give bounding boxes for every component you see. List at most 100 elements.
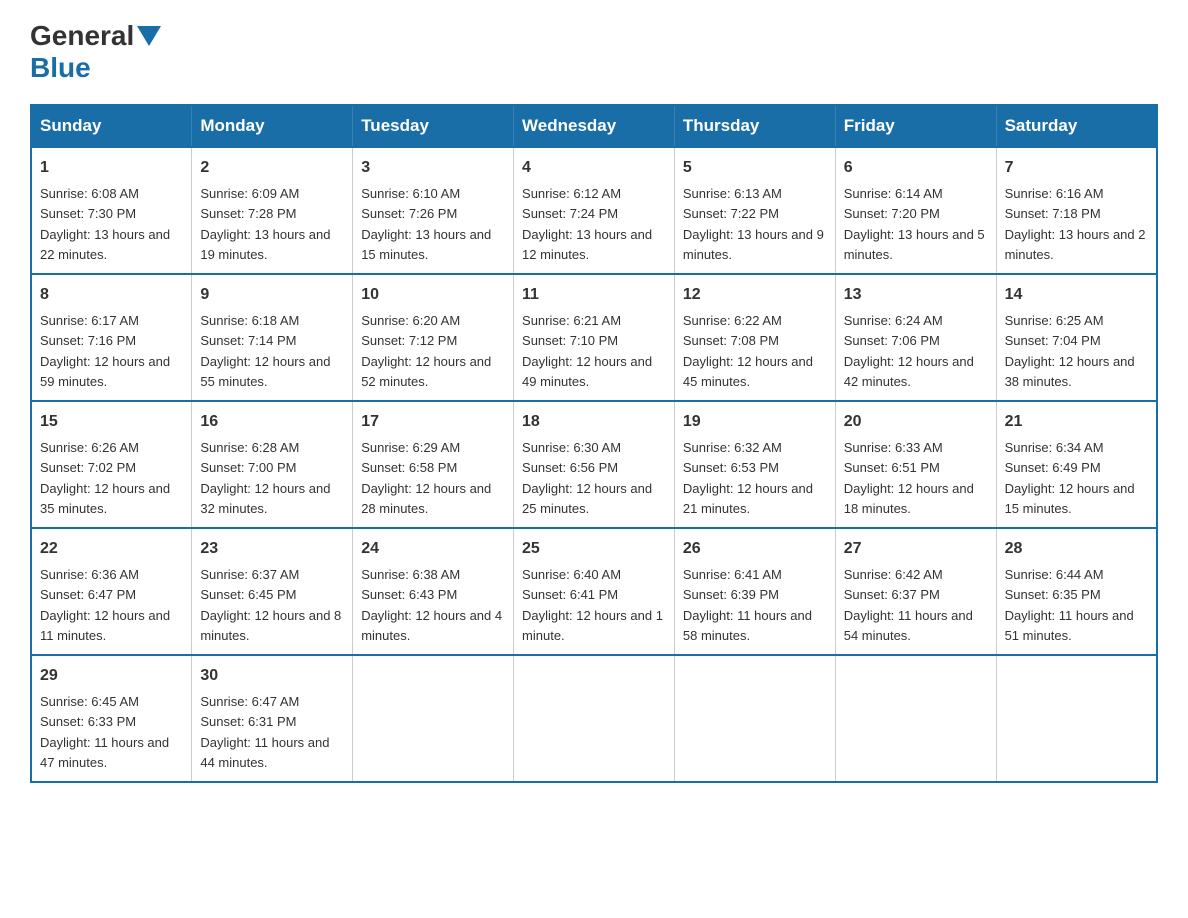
day-info: Sunrise: 6:36 AMSunset: 6:47 PMDaylight:…	[40, 567, 170, 643]
page-header: General Blue	[30, 20, 1158, 84]
calendar-cell: 8 Sunrise: 6:17 AMSunset: 7:16 PMDayligh…	[31, 274, 192, 401]
calendar-cell: 25 Sunrise: 6:40 AMSunset: 6:41 PMDaylig…	[514, 528, 675, 655]
calendar-header: SundayMondayTuesdayWednesdayThursdayFrid…	[31, 105, 1157, 147]
day-info: Sunrise: 6:26 AMSunset: 7:02 PMDaylight:…	[40, 440, 170, 516]
calendar-cell: 19 Sunrise: 6:32 AMSunset: 6:53 PMDaylig…	[674, 401, 835, 528]
day-info: Sunrise: 6:44 AMSunset: 6:35 PMDaylight:…	[1005, 567, 1134, 643]
day-info: Sunrise: 6:37 AMSunset: 6:45 PMDaylight:…	[200, 567, 341, 643]
day-number: 9	[200, 283, 344, 307]
day-info: Sunrise: 6:45 AMSunset: 6:33 PMDaylight:…	[40, 694, 169, 770]
day-info: Sunrise: 6:18 AMSunset: 7:14 PMDaylight:…	[200, 313, 330, 389]
calendar-cell: 12 Sunrise: 6:22 AMSunset: 7:08 PMDaylig…	[674, 274, 835, 401]
day-info: Sunrise: 6:30 AMSunset: 6:56 PMDaylight:…	[522, 440, 652, 516]
day-number: 4	[522, 156, 666, 180]
calendar-cell: 2 Sunrise: 6:09 AMSunset: 7:28 PMDayligh…	[192, 147, 353, 274]
day-info: Sunrise: 6:14 AMSunset: 7:20 PMDaylight:…	[844, 186, 985, 262]
day-number: 30	[200, 664, 344, 688]
weekday-header-friday: Friday	[835, 105, 996, 147]
day-info: Sunrise: 6:21 AMSunset: 7:10 PMDaylight:…	[522, 313, 652, 389]
calendar-cell: 29 Sunrise: 6:45 AMSunset: 6:33 PMDaylig…	[31, 655, 192, 782]
day-number: 27	[844, 537, 988, 561]
day-number: 2	[200, 156, 344, 180]
calendar-cell: 11 Sunrise: 6:21 AMSunset: 7:10 PMDaylig…	[514, 274, 675, 401]
calendar-cell: 23 Sunrise: 6:37 AMSunset: 6:45 PMDaylig…	[192, 528, 353, 655]
day-info: Sunrise: 6:22 AMSunset: 7:08 PMDaylight:…	[683, 313, 813, 389]
calendar-cell: 4 Sunrise: 6:12 AMSunset: 7:24 PMDayligh…	[514, 147, 675, 274]
day-number: 14	[1005, 283, 1148, 307]
calendar-cell: 27 Sunrise: 6:42 AMSunset: 6:37 PMDaylig…	[835, 528, 996, 655]
day-number: 6	[844, 156, 988, 180]
calendar-cell: 28 Sunrise: 6:44 AMSunset: 6:35 PMDaylig…	[996, 528, 1157, 655]
day-info: Sunrise: 6:34 AMSunset: 6:49 PMDaylight:…	[1005, 440, 1135, 516]
day-number: 19	[683, 410, 827, 434]
day-info: Sunrise: 6:20 AMSunset: 7:12 PMDaylight:…	[361, 313, 491, 389]
day-info: Sunrise: 6:08 AMSunset: 7:30 PMDaylight:…	[40, 186, 170, 262]
calendar-cell: 14 Sunrise: 6:25 AMSunset: 7:04 PMDaylig…	[996, 274, 1157, 401]
calendar-cell	[674, 655, 835, 782]
calendar-cell: 13 Sunrise: 6:24 AMSunset: 7:06 PMDaylig…	[835, 274, 996, 401]
day-number: 13	[844, 283, 988, 307]
calendar-cell	[835, 655, 996, 782]
calendar-cell: 26 Sunrise: 6:41 AMSunset: 6:39 PMDaylig…	[674, 528, 835, 655]
weekday-header-thursday: Thursday	[674, 105, 835, 147]
day-info: Sunrise: 6:29 AMSunset: 6:58 PMDaylight:…	[361, 440, 491, 516]
day-info: Sunrise: 6:10 AMSunset: 7:26 PMDaylight:…	[361, 186, 491, 262]
day-info: Sunrise: 6:32 AMSunset: 6:53 PMDaylight:…	[683, 440, 813, 516]
day-number: 26	[683, 537, 827, 561]
calendar-cell: 30 Sunrise: 6:47 AMSunset: 6:31 PMDaylig…	[192, 655, 353, 782]
calendar-cell	[996, 655, 1157, 782]
calendar-cell: 22 Sunrise: 6:36 AMSunset: 6:47 PMDaylig…	[31, 528, 192, 655]
weekday-header-monday: Monday	[192, 105, 353, 147]
weekday-header-sunday: Sunday	[31, 105, 192, 147]
day-info: Sunrise: 6:28 AMSunset: 7:00 PMDaylight:…	[200, 440, 330, 516]
logo-blue-part	[134, 26, 163, 46]
day-info: Sunrise: 6:40 AMSunset: 6:41 PMDaylight:…	[522, 567, 663, 643]
day-number: 28	[1005, 537, 1148, 561]
logo-general-text: General	[30, 20, 134, 52]
calendar-cell: 20 Sunrise: 6:33 AMSunset: 6:51 PMDaylig…	[835, 401, 996, 528]
day-number: 18	[522, 410, 666, 434]
day-info: Sunrise: 6:13 AMSunset: 7:22 PMDaylight:…	[683, 186, 824, 262]
calendar-cell: 9 Sunrise: 6:18 AMSunset: 7:14 PMDayligh…	[192, 274, 353, 401]
calendar-week-row: 1 Sunrise: 6:08 AMSunset: 7:30 PMDayligh…	[31, 147, 1157, 274]
day-info: Sunrise: 6:33 AMSunset: 6:51 PMDaylight:…	[844, 440, 974, 516]
calendar-cell: 17 Sunrise: 6:29 AMSunset: 6:58 PMDaylig…	[353, 401, 514, 528]
day-info: Sunrise: 6:25 AMSunset: 7:04 PMDaylight:…	[1005, 313, 1135, 389]
day-number: 15	[40, 410, 183, 434]
logo: General Blue	[30, 20, 163, 84]
day-number: 20	[844, 410, 988, 434]
day-number: 24	[361, 537, 505, 561]
day-info: Sunrise: 6:41 AMSunset: 6:39 PMDaylight:…	[683, 567, 812, 643]
calendar-cell: 10 Sunrise: 6:20 AMSunset: 7:12 PMDaylig…	[353, 274, 514, 401]
calendar-cell: 7 Sunrise: 6:16 AMSunset: 7:18 PMDayligh…	[996, 147, 1157, 274]
day-number: 8	[40, 283, 183, 307]
calendar-week-row: 29 Sunrise: 6:45 AMSunset: 6:33 PMDaylig…	[31, 655, 1157, 782]
day-info: Sunrise: 6:24 AMSunset: 7:06 PMDaylight:…	[844, 313, 974, 389]
calendar-cell	[353, 655, 514, 782]
day-info: Sunrise: 6:09 AMSunset: 7:28 PMDaylight:…	[200, 186, 330, 262]
day-info: Sunrise: 6:38 AMSunset: 6:43 PMDaylight:…	[361, 567, 502, 643]
day-number: 10	[361, 283, 505, 307]
day-number: 12	[683, 283, 827, 307]
day-number: 3	[361, 156, 505, 180]
calendar-table: SundayMondayTuesdayWednesdayThursdayFrid…	[30, 104, 1158, 783]
weekday-header-wednesday: Wednesday	[514, 105, 675, 147]
calendar-cell: 24 Sunrise: 6:38 AMSunset: 6:43 PMDaylig…	[353, 528, 514, 655]
day-number: 21	[1005, 410, 1148, 434]
calendar-cell: 16 Sunrise: 6:28 AMSunset: 7:00 PMDaylig…	[192, 401, 353, 528]
calendar-cell: 5 Sunrise: 6:13 AMSunset: 7:22 PMDayligh…	[674, 147, 835, 274]
day-info: Sunrise: 6:17 AMSunset: 7:16 PMDaylight:…	[40, 313, 170, 389]
day-number: 1	[40, 156, 183, 180]
day-number: 23	[200, 537, 344, 561]
logo-triangle-icon	[137, 26, 161, 46]
day-number: 29	[40, 664, 183, 688]
day-number: 11	[522, 283, 666, 307]
day-number: 17	[361, 410, 505, 434]
calendar-cell: 6 Sunrise: 6:14 AMSunset: 7:20 PMDayligh…	[835, 147, 996, 274]
day-info: Sunrise: 6:42 AMSunset: 6:37 PMDaylight:…	[844, 567, 973, 643]
day-number: 7	[1005, 156, 1148, 180]
weekday-header-saturday: Saturday	[996, 105, 1157, 147]
day-number: 25	[522, 537, 666, 561]
calendar-cell: 18 Sunrise: 6:30 AMSunset: 6:56 PMDaylig…	[514, 401, 675, 528]
weekday-header-row: SundayMondayTuesdayWednesdayThursdayFrid…	[31, 105, 1157, 147]
